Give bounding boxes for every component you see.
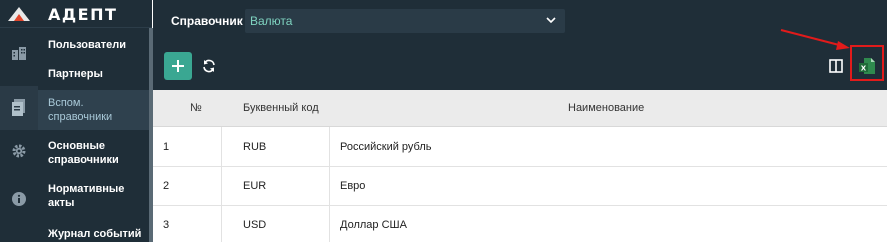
highlight-annotation	[850, 45, 884, 81]
cell-code: RUB	[243, 141, 267, 153]
building-icon[interactable]	[0, 36, 38, 70]
column-header-code[interactable]: Буквенный код	[243, 102, 319, 114]
cell-number: 3	[163, 219, 170, 231]
reference-label: Справочник	[171, 14, 243, 28]
sidebar-item-main-references[interactable]: Основные справочники	[38, 139, 152, 167]
sidebar-item-label: справочники	[48, 154, 119, 166]
cell-code: USD	[243, 219, 267, 231]
column-divider	[329, 127, 330, 242]
sidebar-item-label: Вспом.	[48, 97, 84, 109]
table-row[interactable]: 2 EUR Евро	[153, 167, 887, 206]
cell-name: Евро	[340, 180, 366, 192]
cell-name: Российский рубль	[340, 141, 432, 153]
cell-number: 2	[163, 180, 170, 192]
toolbar: Справочник Валюта X	[153, 0, 887, 90]
sidebar-item-label: Нормативные	[48, 183, 125, 195]
sidebar-item-label: справочники	[48, 111, 113, 123]
columns-icon[interactable]	[829, 59, 843, 73]
cell-number: 1	[163, 141, 170, 153]
sidebar-item-label: акты	[48, 197, 75, 209]
sidebar-item-partners[interactable]: Партнеры	[38, 67, 152, 81]
plus-icon	[172, 60, 184, 72]
column-header-name[interactable]: Наименование	[568, 102, 644, 114]
sidebar-item-label: Пользователи	[48, 39, 127, 51]
sidebar-item-label: Основные	[48, 140, 105, 152]
column-header-number[interactable]: №	[190, 102, 202, 114]
logo-bar: АДЕПТ	[0, 0, 152, 28]
table-row[interactable]: 1 RUB Российский рубль	[153, 128, 887, 167]
chevron-down-icon	[546, 17, 556, 24]
gear-icon[interactable]	[0, 134, 38, 168]
sidebar-item-label: Журнал событий	[48, 228, 142, 240]
logo-text: АДЕПТ	[48, 5, 118, 24]
reference-select-value: Валюта	[250, 14, 293, 28]
sidebar-item-label: Партнеры	[48, 68, 103, 80]
sidebar-item-aux-references[interactable]: Вспом. справочники	[38, 90, 152, 130]
table-header: № Буквенный код Наименование	[153, 90, 887, 127]
sidebar-item-event-log[interactable]: Журнал событий	[38, 227, 152, 241]
table-row[interactable]: 3 USD Доллар США	[153, 206, 887, 242]
info-icon[interactable]	[0, 182, 38, 216]
add-button[interactable]	[164, 52, 192, 80]
refresh-icon[interactable]	[201, 58, 217, 74]
sidebar-menu: Пользователи Партнеры Вспом. справочники…	[38, 28, 152, 242]
sidebar-item-users[interactable]: Пользователи	[38, 38, 152, 52]
data-table: № Буквенный код Наименование 1 RUB Росси…	[153, 90, 887, 242]
column-divider	[221, 127, 222, 242]
documents-icon[interactable]	[0, 86, 38, 130]
cell-code: EUR	[243, 180, 267, 192]
reference-select[interactable]: Валюта	[245, 9, 565, 33]
sidebar-item-regulations[interactable]: Нормативные акты	[38, 182, 152, 210]
logo-icon	[8, 7, 30, 21]
cell-name: Доллар США	[340, 219, 407, 231]
